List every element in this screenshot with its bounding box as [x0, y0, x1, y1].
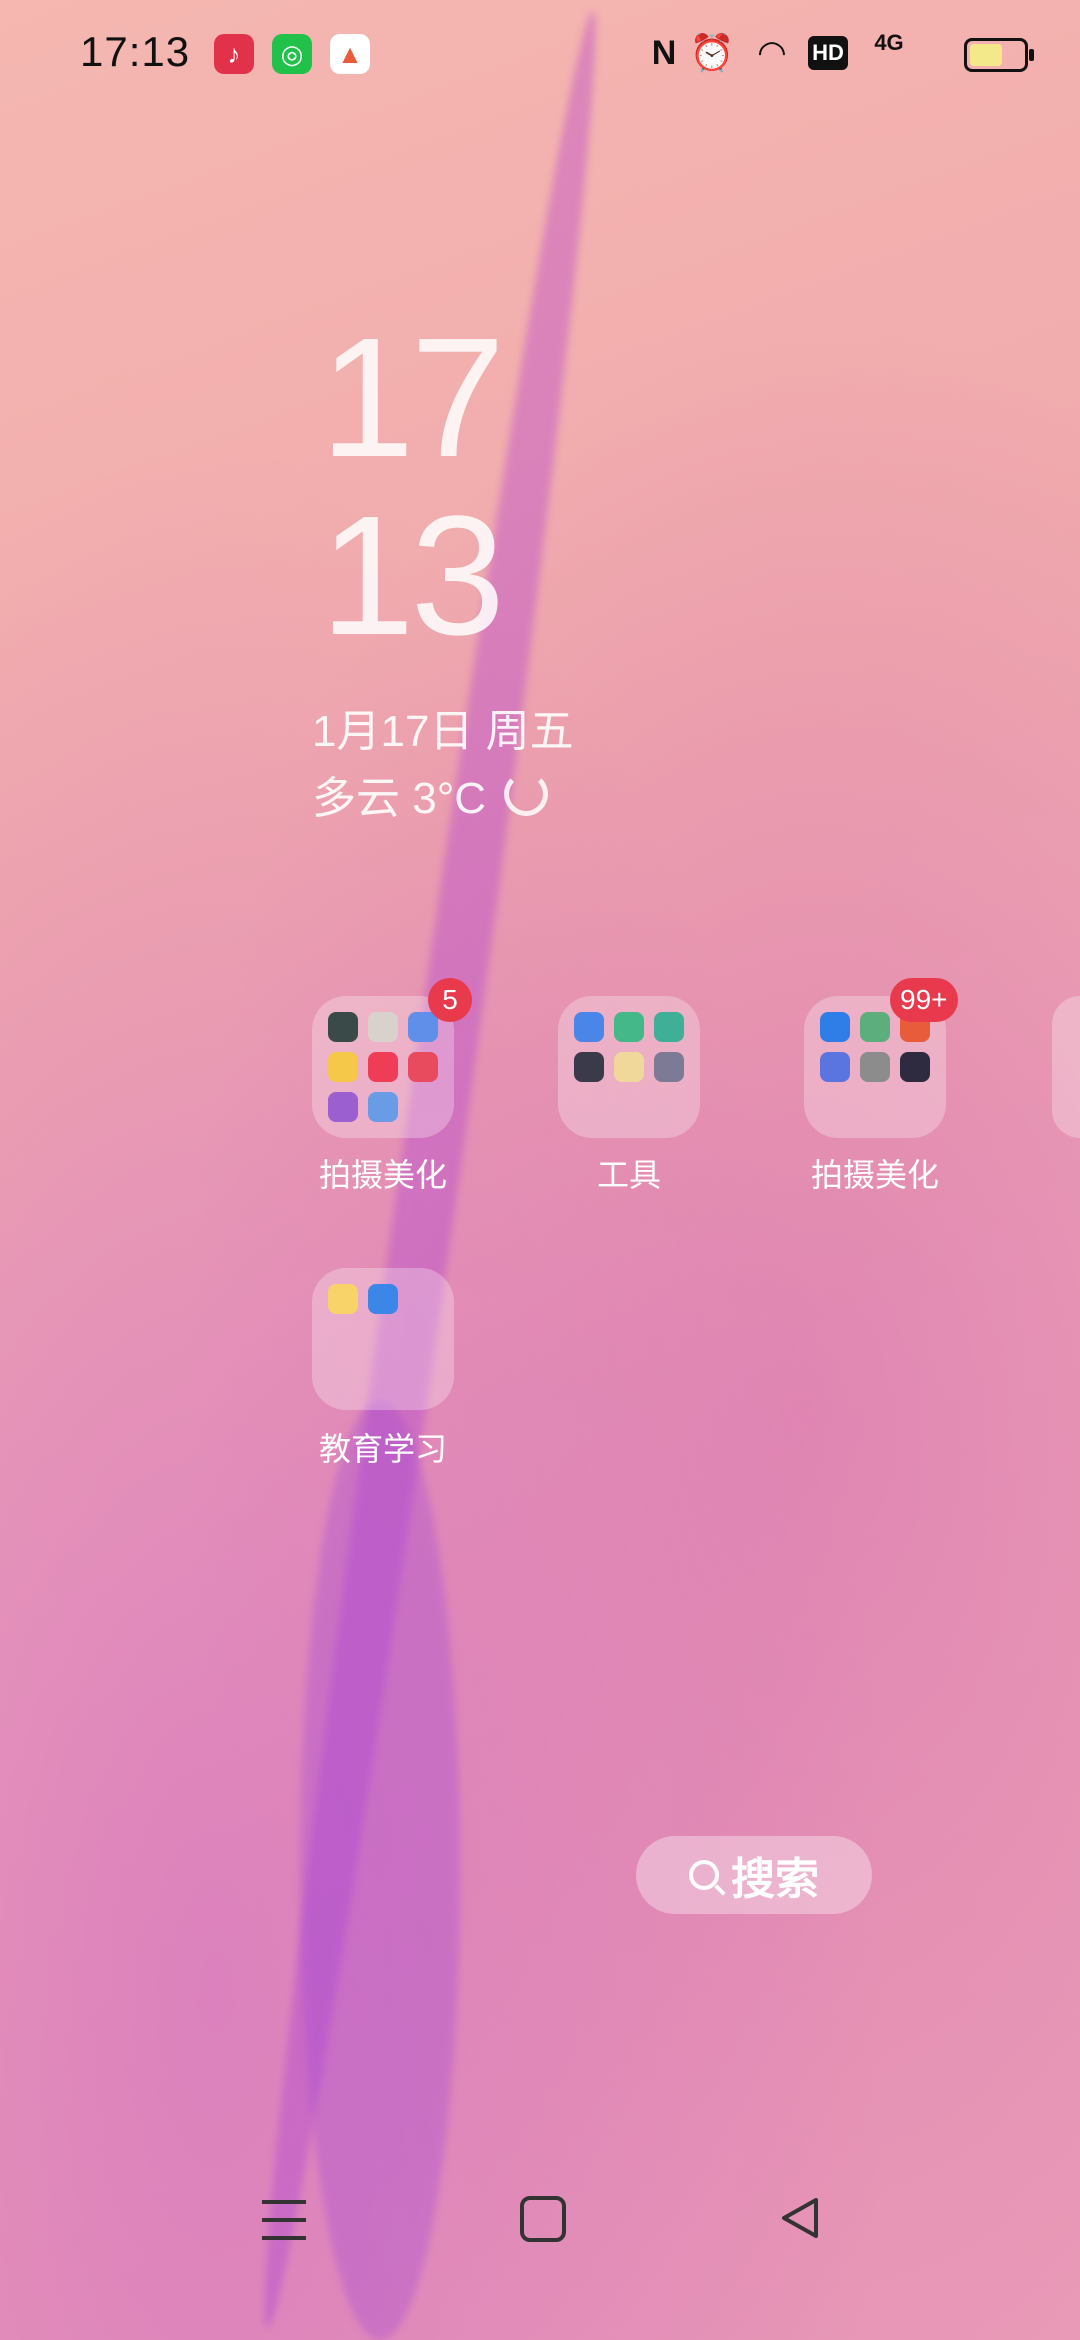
folder-photo-beautify-1[interactable]: [312, 996, 454, 1138]
search-icon: [689, 1860, 719, 1890]
refresh-icon[interactable]: [504, 772, 549, 816]
app-icon: [654, 1052, 684, 1082]
folder-label: 拍摄美化: [318, 1157, 447, 1193]
wifi-icon: ◠: [758, 34, 786, 72]
app-icon: [328, 1092, 358, 1122]
app-icon: [900, 1052, 930, 1082]
nfc-icon: N: [651, 33, 677, 72]
app-icon: [614, 1052, 644, 1082]
back-icon: [782, 2198, 818, 2238]
app-icon: [368, 1092, 398, 1122]
photo-app-icon: ▲: [330, 34, 370, 74]
notification-badge: 99+: [890, 978, 958, 1022]
clock-minute[interactable]: 13: [320, 478, 505, 674]
app-icon: [408, 1012, 438, 1042]
back-button[interactable]: [778, 2196, 822, 2245]
music-icon: ♪: [214, 34, 254, 74]
app-icon: [574, 1012, 604, 1042]
green-ring-icon: ◎: [272, 34, 312, 74]
date-text: 1月17日 周五: [312, 707, 574, 756]
status-bar: 17:13 ♪ ◎ ▲ N ⏰ ◠ HD 4G: [0, 0, 1080, 110]
folder-education[interactable]: [312, 1268, 454, 1410]
app-icon: [368, 1012, 398, 1042]
search-label: 搜索: [731, 1855, 819, 1904]
weather-widget[interactable]: 多云 3°C: [312, 762, 549, 826]
folder-label: 工具: [596, 1157, 661, 1193]
app-icon: [574, 1052, 604, 1082]
folder-label: 拍摄美化: [810, 1157, 939, 1193]
app-icon: [328, 1052, 358, 1082]
status-time: 17:13: [80, 28, 191, 75]
app-icon: [860, 1052, 890, 1082]
folder-label: 教育学习: [318, 1431, 447, 1467]
clock-hour[interactable]: 17: [320, 300, 505, 496]
app-icon: [328, 1012, 358, 1042]
battery-icon: [964, 38, 1034, 72]
app-icon: [820, 1012, 850, 1042]
app-icon: [654, 1012, 684, 1042]
app-icon: [368, 1284, 398, 1314]
app-icon: [408, 1052, 438, 1082]
notification-badge: 5: [428, 978, 472, 1022]
hd-icon: HD: [808, 36, 848, 70]
search-button[interactable]: 搜索: [636, 1836, 872, 1914]
recent-apps-button[interactable]: [262, 2200, 306, 2254]
app-icon: [368, 1052, 398, 1082]
app-icon: [820, 1052, 850, 1082]
folder-tools[interactable]: [558, 996, 700, 1138]
app-icon: [614, 1012, 644, 1042]
4g-signal-icon: 4G: [874, 30, 904, 55]
home-button[interactable]: [520, 2196, 566, 2242]
wallpaper-streak: [300, 1400, 460, 2340]
alarm-icon: ⏰: [689, 32, 735, 73]
app-icon: [328, 1284, 358, 1314]
weather-text: 多云 3°C: [312, 774, 487, 823]
app-icon: [860, 1012, 890, 1042]
folder-partial-edge[interactable]: [1052, 996, 1080, 1138]
